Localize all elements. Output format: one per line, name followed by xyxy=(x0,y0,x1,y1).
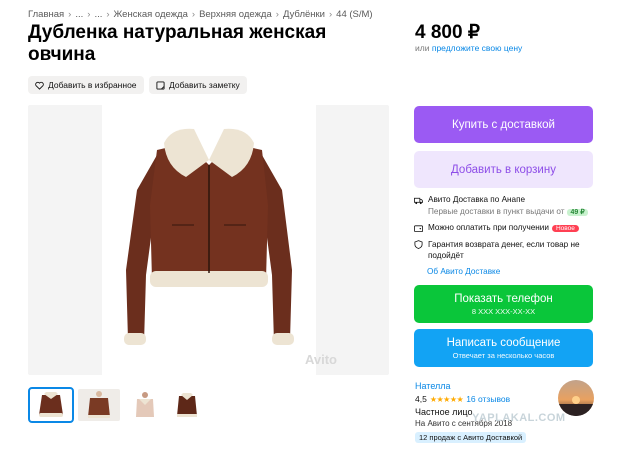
buy-with-delivery-button[interactable]: Купить с доставкой xyxy=(414,106,593,143)
sales-badge: 12 продаж с Авито Доставкой xyxy=(415,432,527,443)
breadcrumb-separator: › xyxy=(87,9,91,20)
delivery-subtitle: Первые доставки в пункт выдачи от xyxy=(428,207,565,216)
guarantee-info: Гарантия возврата денег, если товар не п… xyxy=(414,239,589,261)
breadcrumb-home[interactable]: Главная xyxy=(28,9,64,20)
add-note-button[interactable]: Добавить заметку xyxy=(149,76,247,94)
breadcrumb-ellipsis[interactable]: ... xyxy=(75,9,83,20)
pay-on-receipt-info: Можно оплатить при получении Новое xyxy=(414,223,579,233)
add-to-favorites-label: Добавить в избранное xyxy=(48,80,137,90)
rating-stars: ★★★★★ xyxy=(429,394,464,404)
guarantee-text: Гарантия возврата денег, если товар не п… xyxy=(428,240,580,260)
breadcrumb-separator: › xyxy=(106,9,110,20)
breadcrumb-ellipsis[interactable]: ... xyxy=(94,9,102,20)
breadcrumb-separator: › xyxy=(68,9,72,20)
breadcrumb-sheepskin[interactable]: Дублёнки xyxy=(283,9,325,20)
seller-avatar[interactable] xyxy=(558,380,594,416)
seller-rating: 4,5 ★★★★★ 16 отзывов xyxy=(415,394,510,404)
jacket-image xyxy=(124,128,294,345)
new-badge: Новое xyxy=(551,225,579,232)
cart-button-label: Добавить в корзину xyxy=(451,163,556,176)
pay-on-receipt-text: Можно оплатить при получении xyxy=(428,223,549,232)
phone-number-masked: 8 XXX XXX-XX-XX xyxy=(471,306,536,316)
photo-watermark: Avito xyxy=(304,352,337,367)
sunset-avatar-image xyxy=(558,380,594,416)
breadcrumb-separator: › xyxy=(275,9,279,20)
write-message-button[interactable]: Написать сообщение Отвечает за несколько… xyxy=(414,329,593,367)
main-photo[interactable]: Avito xyxy=(28,105,389,375)
add-note-label: Добавить заметку xyxy=(169,80,240,90)
breadcrumb-separator: › xyxy=(329,9,333,20)
jacket-detail-thumbnail xyxy=(166,389,208,421)
truck-icon xyxy=(414,197,423,205)
about-delivery-link[interactable]: Об Авито Доставке xyxy=(427,267,500,276)
page-title: Дубленка натуральная женская овчина xyxy=(28,22,327,65)
response-time-label: Отвечает за несколько часов xyxy=(452,350,555,360)
add-to-cart-button[interactable]: Добавить в корзину xyxy=(414,151,593,188)
wallet-icon xyxy=(414,225,423,233)
price-or-text: или xyxy=(415,43,430,53)
jacket-thumbnail xyxy=(30,389,72,421)
rating-value: 4,5 xyxy=(415,394,427,404)
note-icon xyxy=(156,80,165,90)
show-phone-label: Показать телефон xyxy=(454,292,553,305)
make-offer-link[interactable]: предложите свою цену xyxy=(432,43,522,53)
add-to-favorites-button[interactable]: Добавить в избранное xyxy=(28,76,144,94)
thumbnail-1[interactable] xyxy=(28,387,74,423)
thumbnail-2[interactable] xyxy=(78,389,120,421)
thumbnail-4[interactable] xyxy=(166,389,208,421)
write-message-label: Написать сообщение xyxy=(446,336,561,349)
buy-button-label: Купить с доставкой xyxy=(452,118,555,131)
reviews-link[interactable]: 16 отзывов xyxy=(466,394,510,404)
shield-icon xyxy=(414,240,423,249)
breadcrumb-outerwear[interactable]: Верхняя одежда xyxy=(199,9,272,20)
price: 4 800 ₽ xyxy=(415,22,480,43)
seller-type: Частное лицо xyxy=(415,407,473,417)
heart-icon xyxy=(35,81,44,90)
jacket-back-thumbnail xyxy=(124,389,166,421)
breadcrumb-size[interactable]: 44 (S/M) xyxy=(336,9,372,20)
site-watermark: YAPLAKAL.COM xyxy=(472,412,566,424)
show-phone-button[interactable]: Показать телефон 8 XXX XXX-XX-XX xyxy=(414,285,593,323)
seller-name[interactable]: Нателла xyxy=(415,381,451,391)
thumbnail-3[interactable] xyxy=(124,389,166,421)
price-offer-line: или предложите свою цену xyxy=(415,43,522,53)
jacket-worn-thumbnail xyxy=(78,389,120,421)
delivery-title: Авито Доставка по Анапе xyxy=(428,195,526,204)
breadcrumb: Главная ›... ›... › Женская одежда › Верхняя о… xyxy=(28,9,373,20)
breadcrumb-separator: › xyxy=(191,9,196,20)
breadcrumb-womens-clothing[interactable]: Женская одежда xyxy=(114,9,188,20)
delivery-info: Авито Доставка по Анапе Первые доставки … xyxy=(414,195,588,216)
photo-frame xyxy=(102,105,316,375)
delivery-price-badge: 49 ₽ xyxy=(567,209,588,216)
